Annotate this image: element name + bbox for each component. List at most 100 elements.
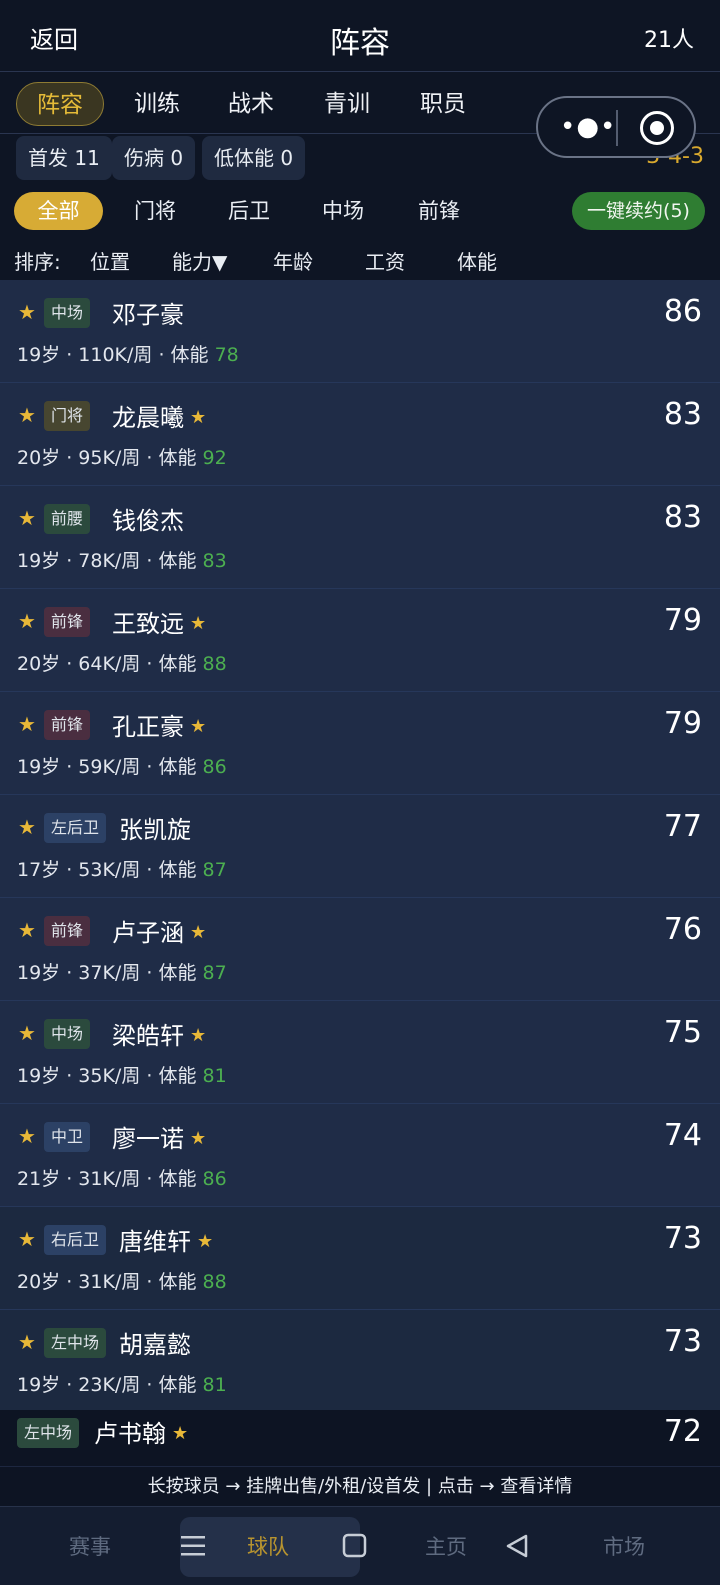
- bottom-nav: 赛事 球队 主页 市场: [0, 1506, 720, 1585]
- player-name: 梁皓轩 ★: [112, 1022, 207, 1050]
- favorite-star-icon: ★: [190, 613, 207, 634]
- position-badge: 左中场: [44, 1328, 107, 1358]
- position-badge: 前锋: [44, 607, 91, 637]
- player-rating: 75: [663, 1015, 702, 1050]
- player-name: 王致远 ★: [112, 610, 207, 638]
- player-info: 20岁 · 64K/周 · 体能 88: [17, 653, 227, 675]
- player-info: 20岁 · 31K/周 · 体能 88: [17, 1271, 227, 1293]
- position-badge: 前腰: [44, 504, 91, 534]
- player-row[interactable]: ★ 前锋 孔正豪 ★ 79 19岁 · 59K/周 · 体能 86: [0, 692, 720, 795]
- player-info: 19岁 · 35K/周 · 体能 81: [17, 1065, 227, 1087]
- star-icon: ★: [18, 712, 36, 736]
- nav-team[interactable]: 球队: [218, 1531, 318, 1561]
- sort-position[interactable]: 位置: [90, 246, 130, 275]
- top-bar: 返回 阵容 21人: [0, 0, 720, 72]
- nav-market[interactable]: 市场: [574, 1531, 674, 1561]
- player-info: 21岁 · 31K/周 · 体能 86: [17, 1168, 227, 1190]
- tab-youth[interactable]: 青训: [312, 82, 382, 126]
- player-info: 17岁 · 53K/周 · 体能 87: [17, 859, 227, 881]
- stamina-value: 78: [214, 344, 239, 366]
- renew-all-button[interactable]: 一键续约(5): [572, 192, 705, 230]
- star-icon: ★: [18, 609, 36, 633]
- star-icon: ★: [18, 506, 36, 530]
- player-row[interactable]: ★ 右后卫 唐维轩 ★ 73 20岁 · 31K/周 · 体能 88: [0, 1207, 720, 1310]
- sort-prefix: 排序:: [14, 250, 61, 274]
- sort-wage[interactable]: 工资: [365, 246, 405, 275]
- filter-forward[interactable]: 前锋: [404, 192, 474, 230]
- player-row[interactable]: ★ 前锋 王致远 ★ 79 20岁 · 64K/周 · 体能 88: [0, 589, 720, 692]
- page-title: 阵容: [330, 26, 390, 61]
- nav-home[interactable]: 主页: [396, 1531, 496, 1561]
- bench-player-row[interactable]: 左中场 卢书翰 ★ 72: [0, 1410, 720, 1466]
- filter-midfielder[interactable]: 中场: [308, 192, 378, 230]
- sort-ability[interactable]: 能力▼: [172, 246, 227, 275]
- player-name: 邓子豪: [112, 301, 184, 329]
- player-name: 卢子涵 ★: [112, 919, 207, 947]
- player-rating: 86: [663, 294, 702, 329]
- tab-tactics[interactable]: 战术: [216, 82, 286, 126]
- favorite-star-icon: ★: [190, 716, 207, 737]
- player-row[interactable]: ★ 中卫 廖一诺 ★ 74 21岁 · 31K/周 · 体能 86: [0, 1104, 720, 1207]
- player-rating: 74: [663, 1118, 702, 1153]
- star-icon: ★: [18, 1021, 36, 1045]
- back-triangle-icon[interactable]: [504, 1533, 530, 1559]
- player-name: 龙晨曦 ★: [112, 404, 207, 432]
- favorite-star-icon: ★: [190, 922, 207, 943]
- sort-age[interactable]: 年龄: [273, 246, 313, 275]
- home-square-icon[interactable]: [342, 1533, 368, 1559]
- player-rating: 76: [663, 912, 702, 947]
- player-row[interactable]: ★ 左后卫 张凯旋 77 17岁 · 53K/周 · 体能 87: [0, 795, 720, 898]
- position-badge: 门将: [44, 401, 91, 431]
- more-dots-icon[interactable]: •●•: [560, 112, 616, 142]
- player-row[interactable]: ★ 中场 梁皓轩 ★ 75 19岁 · 35K/周 · 体能 81: [0, 1001, 720, 1104]
- star-icon: ★: [18, 1330, 36, 1354]
- usage-hint: 长按球员 → 挂牌出售/外租/设首发 | 点击 → 查看详情: [0, 1466, 720, 1506]
- injured-chip: 伤病 0: [112, 136, 196, 180]
- menu-icon[interactable]: [180, 1533, 206, 1559]
- tab-training[interactable]: 训练: [122, 82, 192, 126]
- sort-stamina[interactable]: 体能: [457, 246, 497, 275]
- target-circle-icon[interactable]: [640, 111, 674, 145]
- filter-defender[interactable]: 后卫: [214, 192, 284, 230]
- player-rating: 73: [663, 1221, 702, 1256]
- player-rating: 73: [663, 1324, 702, 1359]
- stamina-value: 86: [202, 1168, 227, 1190]
- player-row[interactable]: ★ 左中场 胡嘉懿 73 19岁 · 23K/周 · 体能 81: [0, 1310, 720, 1413]
- tab-lineup[interactable]: 阵容: [16, 82, 104, 126]
- filter-goalkeeper[interactable]: 门将: [120, 192, 190, 230]
- player-info: 19岁 · 59K/周 · 体能 86: [17, 756, 227, 778]
- stamina-value: 88: [202, 1271, 227, 1293]
- star-icon: ★: [18, 403, 36, 427]
- player-name: 廖一诺 ★: [112, 1125, 207, 1153]
- low-stamina-chip: 低体能 0: [202, 136, 306, 180]
- player-row[interactable]: ★ 中场 邓子豪 86 19岁 · 110K/周 · 体能 78: [0, 280, 720, 383]
- favorite-star-icon: ★: [172, 1423, 189, 1444]
- player-info: 20岁 · 95K/周 · 体能 92: [17, 447, 227, 469]
- player-rating: 83: [663, 397, 702, 432]
- player-name: 张凯旋: [119, 816, 191, 844]
- stamina-value: 92: [202, 447, 227, 469]
- position-badge: 左中场: [17, 1418, 80, 1448]
- position-badge: 前锋: [44, 710, 91, 740]
- player-name: 胡嘉懿: [119, 1331, 191, 1359]
- sort-row: 排序: 位置 能力▼ 年龄 工资 体能: [0, 236, 720, 280]
- position-badge: 右后卫: [44, 1225, 107, 1255]
- player-row[interactable]: ★ 前锋 卢子涵 ★ 76 19岁 · 37K/周 · 体能 87: [0, 898, 720, 1001]
- star-icon: ★: [18, 1124, 36, 1148]
- position-badge: 前锋: [44, 916, 91, 946]
- player-rating: 83: [663, 500, 702, 535]
- player-row[interactable]: ★ 门将 龙晨曦 ★ 83 20岁 · 95K/周 · 体能 92: [0, 383, 720, 486]
- player-info: 19岁 · 37K/周 · 体能 87: [17, 962, 227, 984]
- capsule-divider: [616, 110, 618, 146]
- favorite-star-icon: ★: [190, 407, 207, 428]
- position-badge: 中场: [44, 1019, 91, 1049]
- stamina-value: 88: [202, 653, 227, 675]
- player-name: 卢书翰 ★: [94, 1420, 189, 1448]
- favorite-star-icon: ★: [190, 1025, 207, 1046]
- player-row[interactable]: ★ 前腰 钱俊杰 83 19岁 · 78K/周 · 体能 83: [0, 486, 720, 589]
- filter-all[interactable]: 全部: [14, 192, 103, 230]
- star-icon: ★: [18, 918, 36, 942]
- tab-staff[interactable]: 职员: [408, 82, 478, 126]
- player-list: ★ 中场 邓子豪 86 19岁 · 110K/周 · 体能 78 ★ 门将 龙晨…: [0, 280, 720, 1413]
- nav-matches[interactable]: 赛事: [40, 1531, 140, 1561]
